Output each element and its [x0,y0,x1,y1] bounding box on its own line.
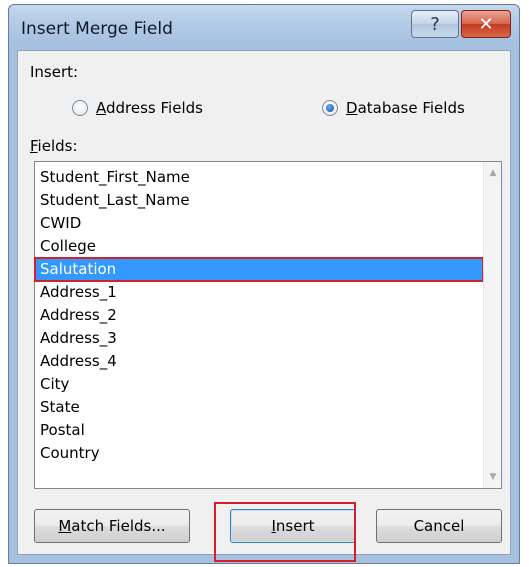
address-fields-label: Address Fields [96,99,203,117]
insert-button-label: Insert [271,517,315,535]
insert-button[interactable]: Insert [230,509,356,543]
list-item[interactable]: Postal [35,419,483,442]
list-item[interactable]: Student_First_Name [35,166,483,189]
list-item[interactable]: Address_2 [35,304,483,327]
close-icon: ✕ [478,13,494,35]
insert-merge-field-dialog: Insert Merge Field ? ✕ Insert: Address F… [8,4,520,564]
match-fields-label: Match Fields... [58,517,166,535]
list-item[interactable]: Address_3 [35,327,483,350]
scroll-up-icon[interactable]: ▲ [484,164,502,182]
address-fields-option[interactable]: Address Fields [72,99,203,117]
list-item[interactable]: College [35,235,483,258]
list-item[interactable]: State [35,396,483,419]
help-icon: ? [430,13,440,35]
database-fields-label: Database Fields [346,99,465,117]
list-item[interactable]: Country [35,442,483,465]
fields-label: Fields: [30,137,78,155]
list-item[interactable]: City [35,373,483,396]
dialog-title: Insert Merge Field [21,19,173,39]
list-item[interactable]: Address_1 [35,281,483,304]
list-item[interactable]: CWID [35,212,483,235]
insert-label: Insert: [30,63,79,81]
close-button[interactable]: ✕ [461,10,511,38]
fields-scrollbar[interactable]: ▲ ▼ [483,162,501,488]
list-item[interactable]: Address_4 [35,350,483,373]
database-fields-option[interactable]: Database Fields [322,99,465,117]
list-item-selected[interactable]: Salutation [34,257,484,282]
database-fields-radio[interactable] [322,100,338,116]
help-button[interactable]: ? [411,10,459,38]
fields-listbox[interactable]: Student_First_Name Student_Last_Name CWID C… [34,161,502,489]
cancel-button[interactable]: Cancel [376,509,502,543]
fields-list: Student_First_Name Student_Last_Name CWID C… [34,166,484,465]
dialog-body: Insert: Address Fields Database Fields F… [17,50,511,555]
scroll-down-icon[interactable]: ▼ [484,468,502,486]
match-fields-button[interactable]: Match Fields... [34,509,190,543]
title-bar[interactable]: Insert Merge Field ? ✕ [9,5,519,51]
address-fields-radio[interactable] [72,100,88,116]
list-item[interactable]: Student_Last_Name [35,189,483,212]
